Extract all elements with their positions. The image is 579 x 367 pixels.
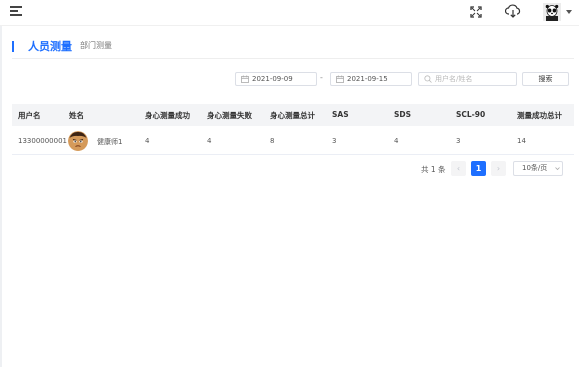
pagination-total: 共 1 条 <box>421 165 446 174</box>
page-size-select[interactable]: 10条/页 <box>513 161 563 176</box>
user-avatar <box>68 131 88 151</box>
page-number-button[interactable]: 1 <box>471 161 486 176</box>
cell-failed: 4 <box>207 137 212 145</box>
tab-department-measurement[interactable]: 部门测量 <box>80 40 112 51</box>
cloud-download-icon[interactable] <box>505 4 521 18</box>
cell-scl90: 3 <box>456 137 461 145</box>
divider <box>12 58 574 59</box>
tab-person-measurement[interactable]: 人员测量 <box>28 38 72 54</box>
column-header-failed[interactable]: 身心测量失败 <box>207 110 252 121</box>
table-row[interactable]: 13300000001 健康师1 4 4 8 3 4 3 14 <box>12 127 574 155</box>
column-header-success-total[interactable]: 测量成功总计 <box>517 110 562 121</box>
column-header-sds[interactable]: SDS <box>394 110 411 119</box>
top-bar <box>0 0 579 26</box>
caret-down-icon[interactable] <box>566 10 572 14</box>
prev-page-button[interactable]: ‹ <box>451 161 466 176</box>
fullscreen-icon[interactable] <box>470 6 482 18</box>
calendar-icon <box>336 75 344 83</box>
search-input[interactable]: 用户名/姓名 <box>418 72 517 86</box>
end-date-picker[interactable]: 2021-09-15 <box>330 72 412 86</box>
column-header-total[interactable]: 身心测量总计 <box>270 110 315 121</box>
cell-success: 4 <box>145 137 150 145</box>
cell-name: 健康师1 <box>97 138 123 146</box>
cell-total: 8 <box>270 137 275 145</box>
column-header-username[interactable]: 用户名 <box>18 110 41 121</box>
column-header-name[interactable]: 姓名 <box>69 110 84 121</box>
user-avatar[interactable] <box>543 3 561 21</box>
active-tab-indicator <box>12 41 14 52</box>
search-placeholder: 用户名/姓名 <box>435 75 473 83</box>
cell-username: 13300000001 <box>18 137 67 145</box>
tab-bar: 人员测量 部门测量 <box>0 37 579 57</box>
menu-fold-icon[interactable] <box>10 5 22 17</box>
cell-success-total: 14 <box>517 137 526 145</box>
start-date-value: 2021-09-09 <box>252 75 293 83</box>
column-header-scl90[interactable]: SCL-90 <box>456 110 485 119</box>
search-button[interactable]: 搜索 <box>522 72 569 86</box>
date-range-separator: - <box>320 73 323 82</box>
table-header: 用户名 姓名 身心测量成功 身心测量失败 身心测量总计 SAS SDS SCL-… <box>12 104 574 126</box>
column-header-sas[interactable]: SAS <box>332 110 349 119</box>
cell-sas: 3 <box>332 137 337 145</box>
calendar-icon <box>241 75 249 83</box>
search-icon <box>424 75 432 83</box>
start-date-picker[interactable]: 2021-09-09 <box>235 72 317 86</box>
end-date-value: 2021-09-15 <box>347 75 388 83</box>
next-page-button[interactable]: › <box>491 161 506 176</box>
chevron-down-icon <box>555 167 560 171</box>
column-header-success[interactable]: 身心测量成功 <box>145 110 190 121</box>
cell-sds: 4 <box>394 137 399 145</box>
page-size-value: 10条/页 <box>522 164 548 172</box>
